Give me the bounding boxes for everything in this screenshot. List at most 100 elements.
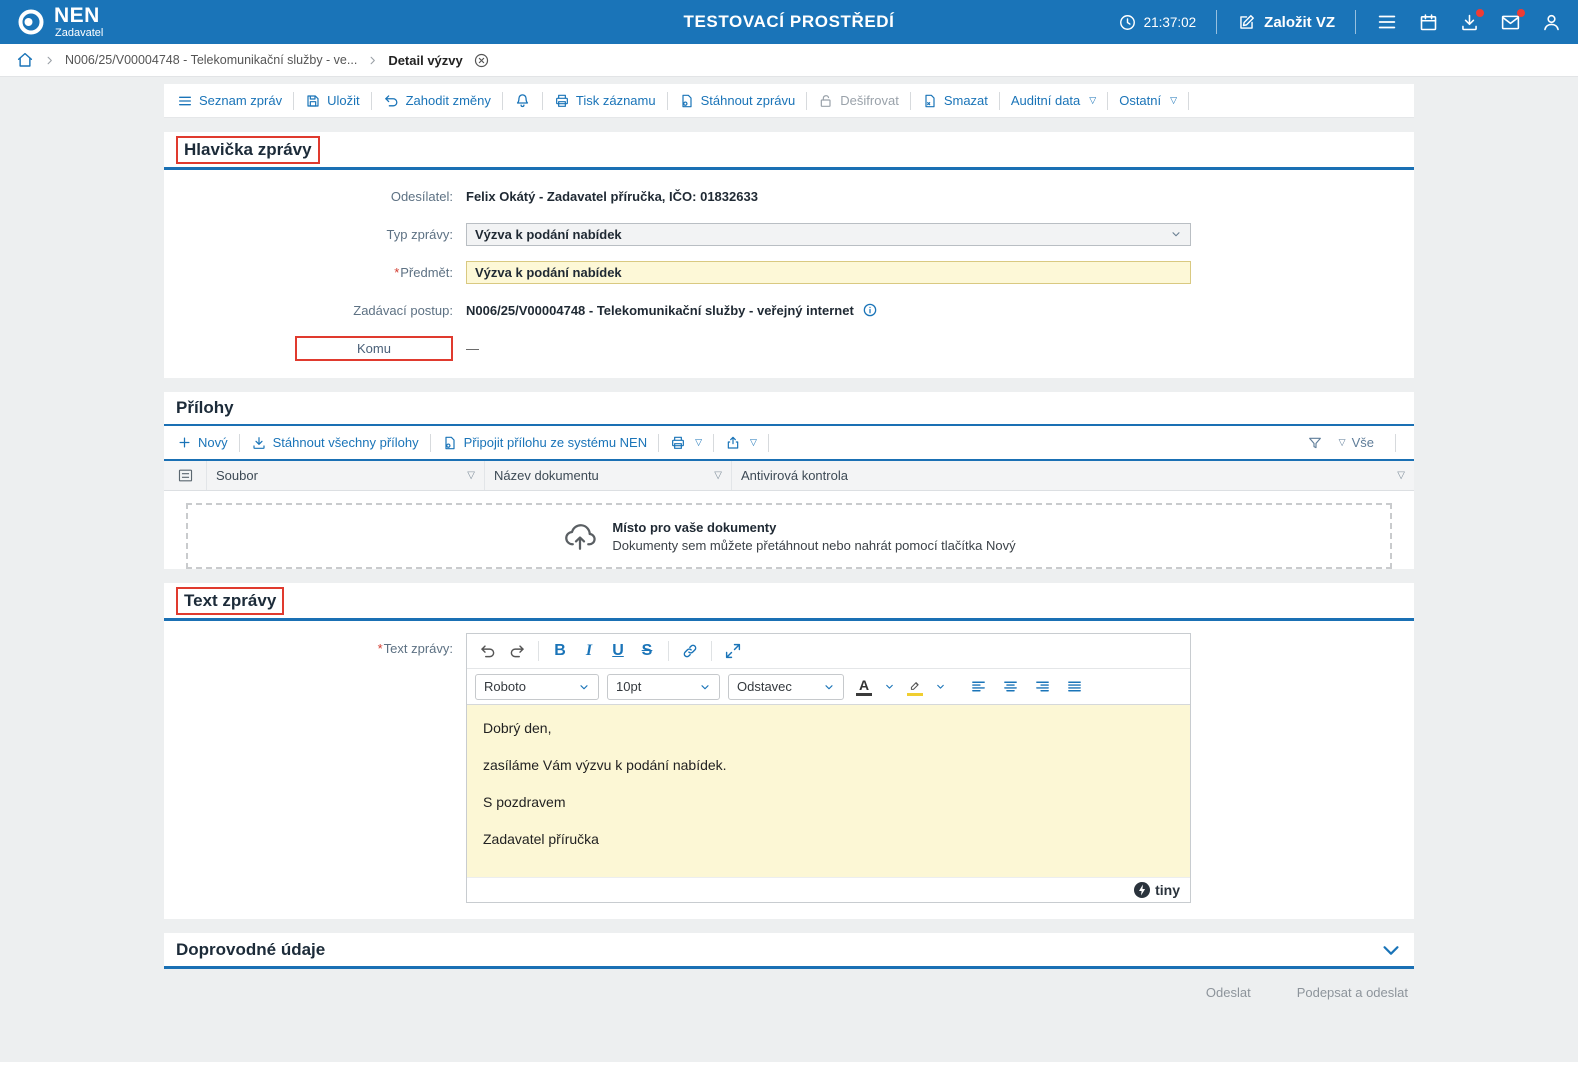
- text-color-button[interactable]: A: [852, 674, 876, 700]
- chevron-down-icon: ▽: [1338, 437, 1346, 447]
- create-vz-button[interactable]: Založit VZ: [1237, 13, 1335, 32]
- filter-chevron-icon[interactable]: ▽: [714, 470, 722, 481]
- environment-title: TESTOVACÍ PROSTŘEDÍ: [683, 12, 895, 31]
- brand-subtitle: Zadavatel: [55, 26, 104, 39]
- breadcrumb-procedure[interactable]: N006/25/V00004748 - Telekomunikační služ…: [65, 53, 357, 67]
- messages-icon[interactable]: [1500, 8, 1525, 33]
- subject-input[interactable]: [466, 260, 1191, 284]
- attachments-toolbar: Nový Stáhnout všechny přílohy Připojit p…: [164, 426, 1414, 461]
- editor-status-bar: tiny: [467, 877, 1190, 902]
- annotation-box: Hlavička zprávy: [176, 135, 320, 164]
- notification-badge: [1517, 8, 1525, 17]
- ostatni-button[interactable]: Ostatní ▽: [1116, 93, 1180, 108]
- message-type-select[interactable]: Výzva k podání nabídek: [466, 222, 1191, 246]
- calendar-icon[interactable]: [1418, 12, 1439, 33]
- block-format-select[interactable]: Odstavec: [728, 673, 844, 700]
- column-settings-icon[interactable]: [164, 461, 207, 490]
- redo-icon[interactable]: [504, 638, 530, 664]
- unlock-icon: [821, 94, 831, 107]
- pripojit-prilohu-button[interactable]: Připojit přílohu ze systému NEN: [439, 435, 651, 451]
- link-icon[interactable]: [677, 638, 703, 664]
- podepsat-a-odeslat-button[interactable]: Podepsat a odeslat: [1297, 985, 1408, 1000]
- menu-icon[interactable]: [1376, 11, 1398, 33]
- filter-icon[interactable]: [1307, 435, 1323, 451]
- chevron-down-icon[interactable]: [935, 681, 946, 692]
- separator: [538, 641, 539, 661]
- undo-icon: [384, 95, 398, 107]
- create-vz-label: Založit VZ: [1264, 13, 1335, 31]
- filter-vse-button[interactable]: ▽ Vše: [1333, 435, 1377, 450]
- bold-icon[interactable]: B: [547, 638, 573, 664]
- undo-icon[interactable]: [475, 638, 501, 664]
- plus-icon: [179, 437, 190, 448]
- editor-toolbar-row2: Roboto 10pt Odstavec A: [467, 669, 1190, 705]
- list-icon: [179, 96, 191, 105]
- stahnout-zpravu-button[interactable]: Stáhnout zprávu: [676, 93, 799, 109]
- strikethrough-icon[interactable]: S: [634, 638, 660, 664]
- stahnout-vsechny-prilohy-button[interactable]: Stáhnout všechny přílohy: [248, 435, 422, 451]
- highlight-color-button[interactable]: [903, 674, 927, 700]
- column-header-nazev-dokumentu[interactable]: Název dokumentu ▽: [485, 461, 732, 490]
- seznam-zprav-button[interactable]: Seznam zpráv: [174, 93, 285, 109]
- auditni-data-button[interactable]: Auditní data ▽: [1008, 93, 1099, 108]
- document-gear-icon: [681, 94, 692, 107]
- info-icon[interactable]: [862, 302, 878, 318]
- export-attachments-button[interactable]: ▽: [722, 435, 760, 451]
- close-tab-icon[interactable]: [473, 52, 490, 69]
- separator: [501, 91, 503, 110]
- breadcrumb-separator-icon: [44, 55, 55, 66]
- printer-icon: [555, 94, 568, 107]
- separator: [1216, 10, 1218, 34]
- align-center-icon[interactable]: [1002, 678, 1019, 695]
- printer-icon: [672, 436, 685, 449]
- user-icon[interactable]: [1541, 12, 1562, 33]
- align-right-icon[interactable]: [1034, 678, 1051, 695]
- underline-icon[interactable]: U: [605, 638, 631, 664]
- save-icon: [307, 94, 319, 107]
- column-header-antivirova-kontrola[interactable]: Antivirová kontrola ▽: [732, 461, 1414, 490]
- clock: 21:37:02: [1118, 13, 1196, 32]
- align-left-icon[interactable]: [970, 678, 987, 695]
- ulozit-button[interactable]: Uložit: [302, 93, 363, 109]
- italic-icon[interactable]: I: [576, 638, 602, 664]
- attachments-table-header: Soubor ▽ Název dokumentu ▽ Antivirová ko…: [164, 461, 1414, 491]
- separator: [806, 91, 808, 110]
- chevron-down-icon: [699, 681, 711, 693]
- downloads-icon[interactable]: [1459, 8, 1484, 33]
- editor-paragraph: Dobrý den,: [483, 720, 552, 736]
- separator: [998, 91, 1000, 110]
- desifrovat-button: Dešifrovat: [815, 93, 902, 109]
- fullscreen-icon[interactable]: [720, 638, 746, 664]
- expand-section-icon[interactable]: [1380, 939, 1402, 961]
- align-justify-icon[interactable]: [1066, 678, 1083, 695]
- smazat-button[interactable]: Smazat: [919, 93, 991, 109]
- home-icon[interactable]: [16, 51, 34, 69]
- nen-logo-icon: [16, 7, 46, 37]
- separator: [1355, 10, 1356, 34]
- font-size-select[interactable]: 10pt: [607, 673, 720, 700]
- top-bar: NEN Zadavatel TESTOVACÍ PROSTŘEDÍ 21:37:…: [0, 0, 1578, 44]
- tisk-zaznamu-button[interactable]: Tisk záznamu: [551, 93, 659, 109]
- notification-badge: [1476, 8, 1484, 17]
- filter-chevron-icon[interactable]: ▽: [1397, 470, 1405, 481]
- separator: [238, 433, 240, 452]
- editor-content-area[interactable]: Dobrý den, zasíláme Vám výzvu k podání n…: [467, 705, 1190, 877]
- separator: [711, 641, 712, 661]
- filter-chevron-icon[interactable]: ▽: [467, 470, 475, 481]
- font-family-select[interactable]: Roboto: [475, 673, 599, 700]
- separator: [658, 433, 660, 452]
- novy-button[interactable]: Nový: [174, 435, 231, 450]
- print-attachments-button[interactable]: ▽: [667, 435, 705, 451]
- file-dropzone[interactable]: Místo pro vaše dokumenty Dokumenty sem m…: [186, 503, 1392, 569]
- editor-toolbar-row1: B I U S: [467, 634, 1190, 669]
- chevron-down-icon[interactable]: [884, 681, 895, 692]
- rich-text-editor: B I U S Roboto 10pt Odstavec A Dobrý den…: [466, 633, 1191, 903]
- odeslat-button[interactable]: Odeslat: [1206, 985, 1251, 1000]
- chevron-down-icon: [578, 681, 590, 693]
- highlighter-icon: [908, 678, 923, 692]
- zahodit-zmeny-button[interactable]: Zahodit změny: [380, 92, 494, 109]
- watchdog-bell-icon[interactable]: [511, 92, 534, 109]
- column-header-soubor[interactable]: Soubor ▽: [207, 461, 485, 490]
- edit-icon: [1237, 13, 1256, 32]
- komu-button[interactable]: Komu: [295, 335, 453, 361]
